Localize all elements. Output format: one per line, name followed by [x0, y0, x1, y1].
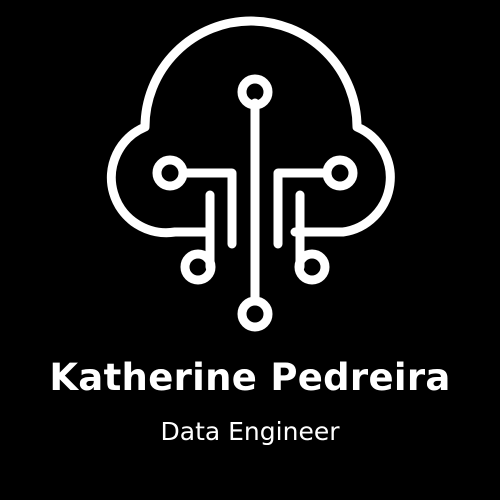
circuit-node-lower-right: [294, 249, 330, 285]
circuit-node-right: [322, 155, 358, 191]
circuit-node-bottom: [237, 296, 273, 332]
cloud-circuit-icon: [106, 16, 395, 332]
circuit-node-top: [237, 74, 273, 110]
circuit-node-left: [152, 155, 188, 191]
circuit-node-lower-left: [180, 249, 216, 285]
logo-canvas: Katherine Pedreira Data Engineer: [0, 0, 500, 500]
brand-name: Katherine Pedreira: [49, 356, 451, 399]
brand-title: Data Engineer: [160, 417, 340, 446]
